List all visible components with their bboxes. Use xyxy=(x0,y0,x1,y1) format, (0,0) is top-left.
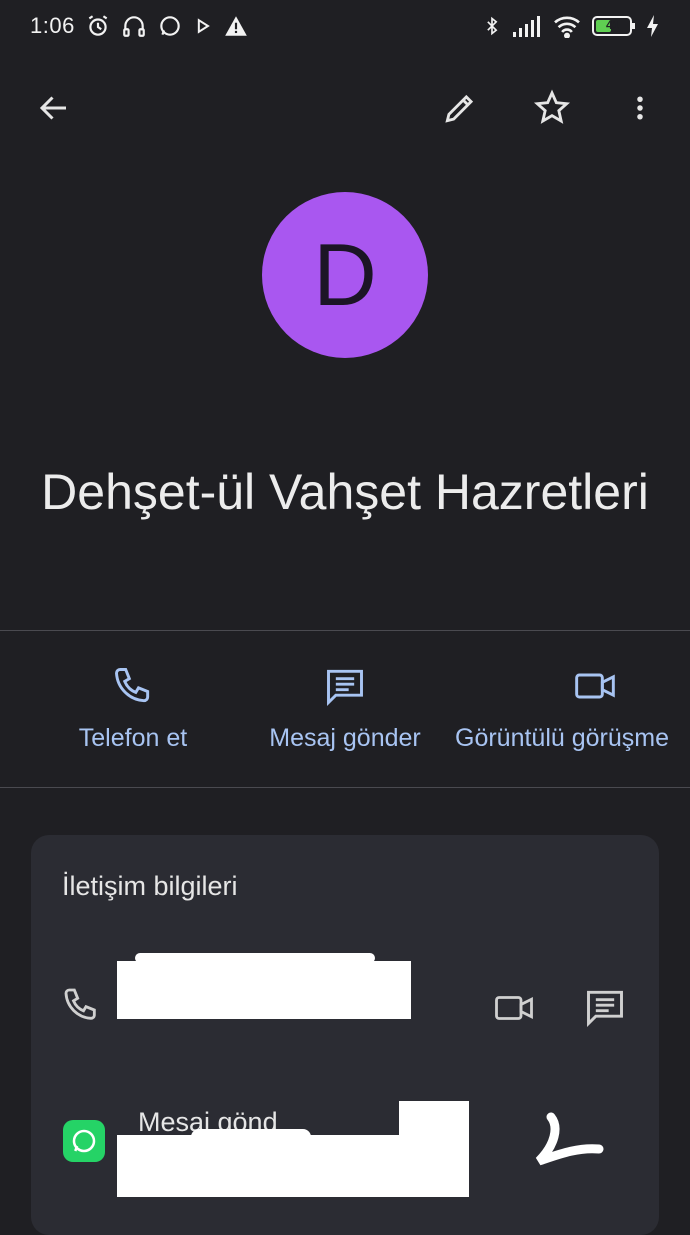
contact-info-title: İletişim bilgileri xyxy=(62,871,238,901)
play-store-icon xyxy=(193,16,213,36)
contact-avatar: D xyxy=(262,192,428,358)
phone-row-icon xyxy=(61,985,101,1030)
battery-level: 41 xyxy=(606,18,620,32)
video-call-action[interactable]: Görüntülü görüşme xyxy=(455,660,669,753)
top-app-bar xyxy=(0,70,690,146)
pencil-icon xyxy=(445,94,474,123)
status-right: 41 xyxy=(482,13,660,39)
avatar-initial: D xyxy=(313,225,377,324)
status-time: 1:06 xyxy=(30,13,75,38)
warning-icon xyxy=(223,13,249,39)
quick-actions: Telefon et Mesaj gönder Görüntülü görüşm… xyxy=(0,660,690,770)
divider-top xyxy=(0,630,690,631)
message-label: Mesaj gönder xyxy=(269,724,421,752)
call-action[interactable]: Telefon et xyxy=(50,660,216,753)
phone-row-message-button[interactable] xyxy=(583,985,627,1034)
message-icon xyxy=(587,990,623,1028)
video-call-label: Görüntülü görüşme xyxy=(455,724,670,752)
signal-icon xyxy=(512,14,542,38)
phone-row-video-button[interactable] xyxy=(493,987,535,1034)
message-action[interactable]: Mesaj gönder xyxy=(258,660,432,753)
headphones-icon xyxy=(121,13,147,39)
redacted-whatsapp-number xyxy=(117,1135,469,1197)
battery-icon: 41 xyxy=(592,15,636,37)
favorite-button[interactable] xyxy=(524,80,580,136)
back-arrow-icon xyxy=(39,96,66,120)
more-vertical-icon xyxy=(637,96,643,120)
more-options-button[interactable] xyxy=(612,80,668,136)
contact-name: Dehşet-ül Vahşet Hazretleri xyxy=(41,464,649,520)
contact-info-card: İletişim bilgileri Mesaj gönd xyxy=(31,835,659,1235)
redacted-phone-number[interactable] xyxy=(117,961,411,1019)
redaction-scribble xyxy=(511,1105,611,1190)
status-bar: 1:06 41 xyxy=(0,0,690,52)
star-outline-icon xyxy=(533,89,571,124)
status-left: 1:06 xyxy=(30,13,249,39)
whatsapp-status-icon xyxy=(157,13,183,39)
back-button[interactable] xyxy=(26,80,82,136)
alarm-icon xyxy=(85,13,111,39)
bluetooth-icon xyxy=(482,13,502,39)
wifi-icon xyxy=(552,14,582,38)
message-icon xyxy=(323,660,367,712)
video-icon xyxy=(477,660,647,712)
charging-icon xyxy=(646,14,660,38)
divider-bottom xyxy=(0,787,690,788)
edit-button[interactable] xyxy=(432,80,488,136)
call-label: Telefon et xyxy=(78,724,188,752)
phone-icon xyxy=(111,660,155,712)
video-icon xyxy=(495,996,533,1020)
whatsapp-icon xyxy=(63,1120,105,1162)
